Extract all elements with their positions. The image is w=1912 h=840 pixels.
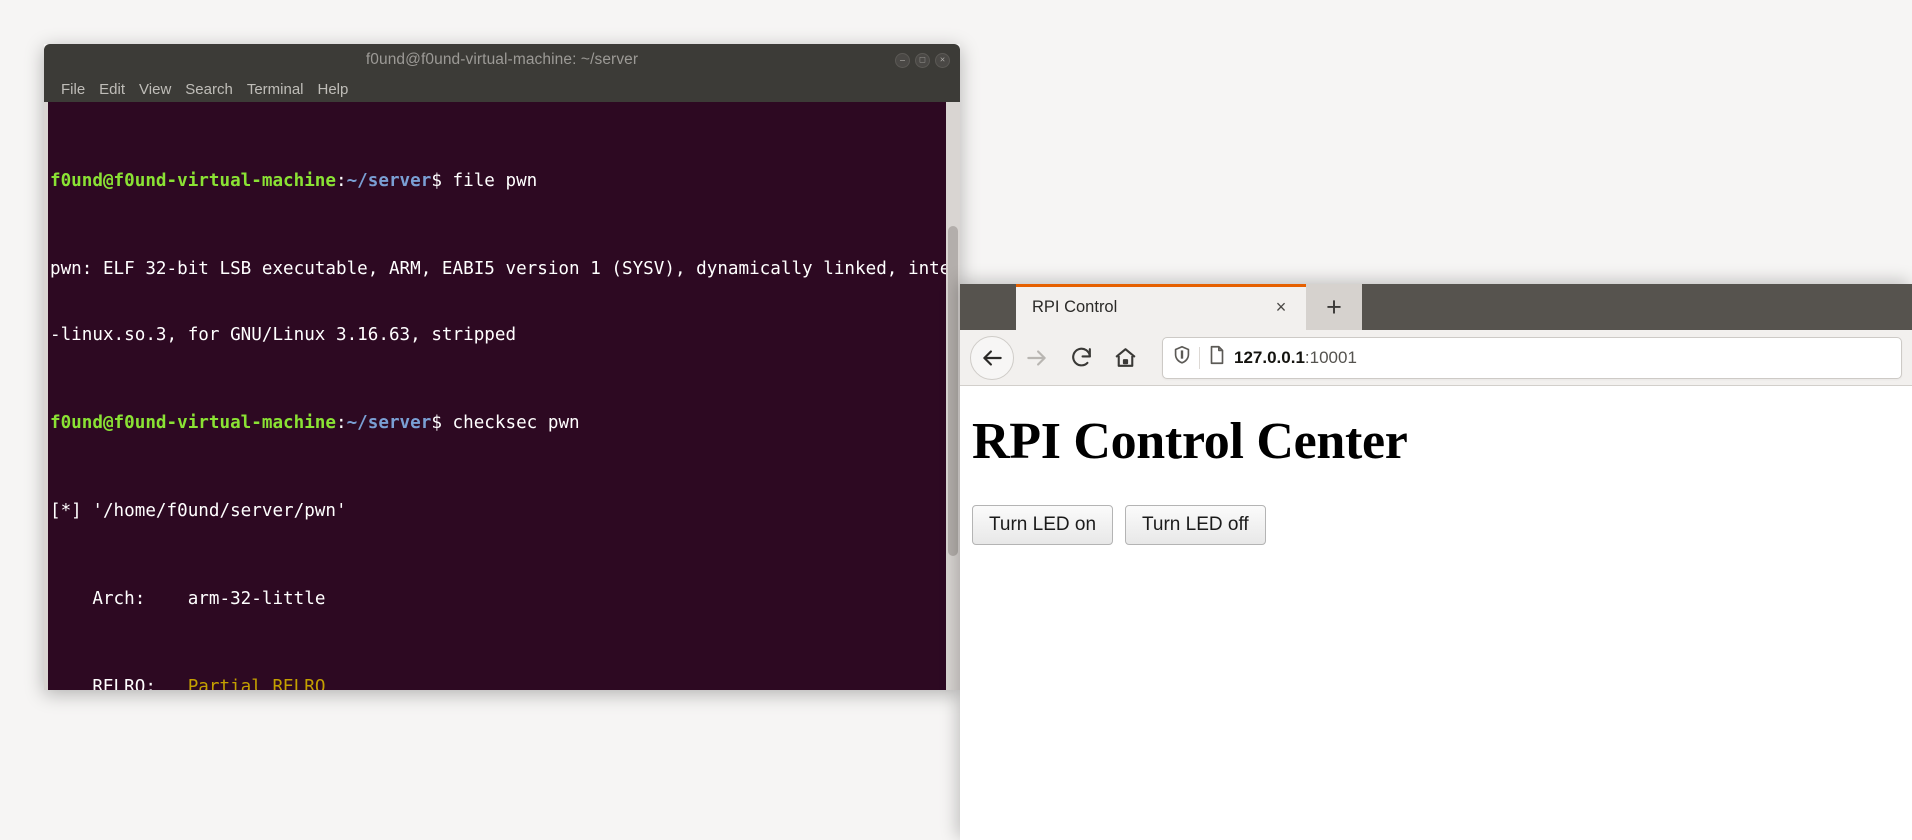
prompt-user: f0und@f0und-virtual-machine (50, 413, 336, 433)
checksec-value: arm-32-little (187, 589, 326, 609)
turn-led-off-button[interactable]: Turn LED off (1125, 505, 1266, 545)
command-checksec: checksec pwn (452, 413, 580, 433)
screen: f0und@f0und-virtual-machine: ~/server – … (0, 0, 1912, 840)
page-content: RPI Control Center Turn LED on Turn LED … (960, 386, 1912, 840)
terminal-menubar: File Edit View Search Terminal Help (44, 76, 960, 102)
terminal-prompt-line-1: f0und@f0und-virtual-machine:~/server$ fi… (50, 170, 960, 192)
menu-help[interactable]: Help (311, 81, 356, 98)
browser-tabstrip: RPI Control × + (960, 284, 1912, 330)
tabstrip-left-spacer (960, 284, 1016, 330)
terminal-output: f0und@f0und-virtual-machine:~/server$ fi… (48, 104, 960, 690)
menu-file[interactable]: File (54, 81, 92, 98)
url-text: 127.0.0.1:10001 (1234, 348, 1357, 368)
prompt-user: f0und@f0und-virtual-machine (50, 171, 336, 191)
tab-rpi-control[interactable]: RPI Control × (1016, 284, 1306, 330)
terminal-body[interactable]: f0und@f0und-virtual-machine:~/server$ fi… (44, 102, 960, 690)
menu-search[interactable]: Search (178, 81, 240, 98)
reload-button[interactable] (1060, 337, 1102, 379)
browser-navbar: 127.0.0.1:10001 (960, 330, 1912, 386)
file-output-line-2: -linux.so.3, for GNU/Linux 3.16.63, stri… (50, 325, 517, 345)
terminal-left-margin (44, 102, 48, 690)
new-tab-button[interactable]: + (1306, 284, 1362, 330)
checksec-label: Arch: (50, 589, 146, 609)
tabstrip-right-spacer (1362, 284, 1912, 330)
window-controls: – □ × (895, 44, 950, 76)
checksec-path: [*] '/home/f0und/server/pwn' (50, 501, 347, 521)
command-file: file pwn (452, 171, 538, 191)
forward-arrow-icon (1024, 345, 1050, 371)
menu-view[interactable]: View (132, 81, 178, 98)
terminal-title: f0und@f0und-virtual-machine: ~/server (365, 51, 639, 68)
minimize-button[interactable]: – (895, 52, 910, 68)
url-port: :10001 (1304, 347, 1357, 367)
led-button-row: Turn LED on Turn LED off (972, 505, 1902, 545)
tab-title: RPI Control (1032, 297, 1118, 316)
maximize-button[interactable]: □ (915, 52, 930, 68)
forward-button[interactable] (1016, 337, 1058, 379)
tracking-protection-shield-icon[interactable] (1171, 344, 1193, 371)
terminal-titlebar[interactable]: f0und@f0und-virtual-machine: ~/server – … (44, 44, 960, 76)
terminal-scrollbar[interactable] (946, 102, 960, 690)
checksec-gap (145, 589, 187, 609)
close-icon[interactable]: × (1270, 296, 1292, 318)
prompt-path: ~/server (346, 413, 432, 433)
menu-terminal[interactable]: Terminal (240, 81, 311, 98)
terminal-scrollbar-thumb[interactable] (948, 226, 958, 556)
browser-window: RPI Control × + 127.0.0.1:10001 RPI Cont… (960, 284, 1912, 840)
page-title: RPI Control Center (972, 413, 1408, 470)
back-button[interactable] (970, 335, 1014, 380)
home-icon (1113, 345, 1138, 370)
url-host: 127.0.0.1 (1234, 347, 1305, 367)
prompt-dollar: $ (431, 413, 453, 433)
checksec-value: Partial RELRO (187, 677, 326, 690)
prompt-path: ~/server (346, 171, 432, 191)
back-arrow-icon (979, 345, 1005, 371)
turn-led-on-button[interactable]: Turn LED on (972, 505, 1114, 545)
file-output-line-1: pwn: ELF 32-bit LSB executable, ARM, EAB… (50, 259, 960, 279)
page-info-icon[interactable] (1206, 344, 1228, 371)
menu-edit[interactable]: Edit (92, 81, 132, 98)
terminal-window: f0und@f0und-virtual-machine: ~/server – … (44, 44, 960, 690)
checksec-label: RELRO: (50, 677, 156, 690)
checksec-gap (156, 677, 188, 690)
home-button[interactable] (1104, 337, 1146, 379)
close-button[interactable]: × (935, 52, 950, 68)
prompt-colon: : (336, 171, 347, 191)
terminal-prompt-line-2: f0und@f0und-virtual-machine:~/server$ ch… (50, 412, 960, 434)
reload-icon (1069, 345, 1094, 370)
checksec-row-arch: Arch: arm-32-little (50, 588, 960, 610)
checksec-row-relro: RELRO: Partial RELRO (50, 676, 960, 690)
prompt-dollar: $ (431, 171, 453, 191)
urlbar-divider (1199, 346, 1200, 369)
url-bar[interactable]: 127.0.0.1:10001 (1162, 336, 1902, 379)
prompt-colon: : (336, 413, 347, 433)
